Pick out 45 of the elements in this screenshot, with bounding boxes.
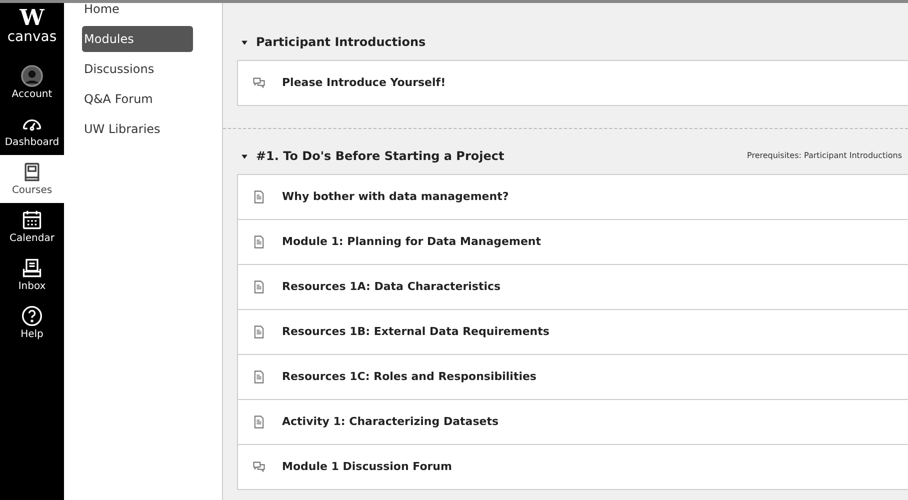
module-item[interactable]: Module 1: Planning for Data Management [237,219,908,265]
module-item-link[interactable]: Please Introduce Yourself! [282,74,446,92]
module-item-link[interactable]: Module 1: Planning for Data Management [282,234,542,250]
course-nav-link[interactable]: Home [82,0,193,22]
course-nav-link[interactable]: Discussions [82,56,193,82]
nav-item[interactable]: Help [0,299,64,347]
module-item[interactable]: Resources 1A: Data Characteristics [237,264,908,310]
module-item[interactable]: Activity 1: Characterizing Datasets [237,399,908,445]
module-item[interactable]: Resources 1B: External Data Requirements [237,309,908,355]
calendar-icon [21,208,43,230]
collapse-icon[interactable] [241,152,248,160]
document-icon [252,415,266,429]
module-item[interactable]: Module 1 Discussion Forum [237,444,908,490]
nav-item[interactable]: Courses [0,155,64,203]
module-title: Participant Introductions [256,34,426,51]
document-icon [252,280,266,294]
inbox-icon [21,256,43,278]
document-icon [252,370,266,384]
document-icon [252,190,266,204]
avatar-icon [21,64,43,86]
module-item[interactable]: Why bother with data management? [237,174,908,220]
prerequisites-text: Prerequisites: Participant Introductions [747,150,902,162]
course-nav-link[interactable]: Modules [82,26,193,52]
course-nav-link[interactable]: UW Libraries [82,116,193,142]
nav-item[interactable]: Account [0,59,64,107]
collapse-icon[interactable] [241,38,248,46]
document-icon [252,235,266,249]
nav-item[interactable]: Dashboard [0,107,64,155]
help-icon [21,304,43,326]
module-item-link[interactable]: Activity 1: Characterizing Datasets [282,414,499,430]
chat-icon [252,76,266,90]
module-item-link[interactable]: Resources 1A: Data Characteristics [282,278,501,296]
module-item-link[interactable]: Resources 1B: External Data Requirements [282,324,550,340]
module-item[interactable]: Resources 1C: Roles and Responsibilities [237,354,908,400]
document-icon [252,325,266,339]
module-item-link[interactable]: Module 1 Discussion Forum [282,458,452,476]
module-title: #1. To Do's Before Starting a Project [256,148,504,165]
logo[interactable]: W canvas [7,3,57,59]
nav-item[interactable]: Calendar [0,203,64,251]
course-nav-link[interactable]: Q&A Forum [82,86,193,112]
module-item[interactable]: Please Introduce Yourself! [237,60,908,106]
chat-icon [252,460,266,474]
module-item-link[interactable]: Why bother with data management? [282,188,509,206]
nav-item[interactable]: Inbox [0,251,64,299]
module-item-link[interactable]: Resources 1C: Roles and Responsibilities [282,368,536,386]
